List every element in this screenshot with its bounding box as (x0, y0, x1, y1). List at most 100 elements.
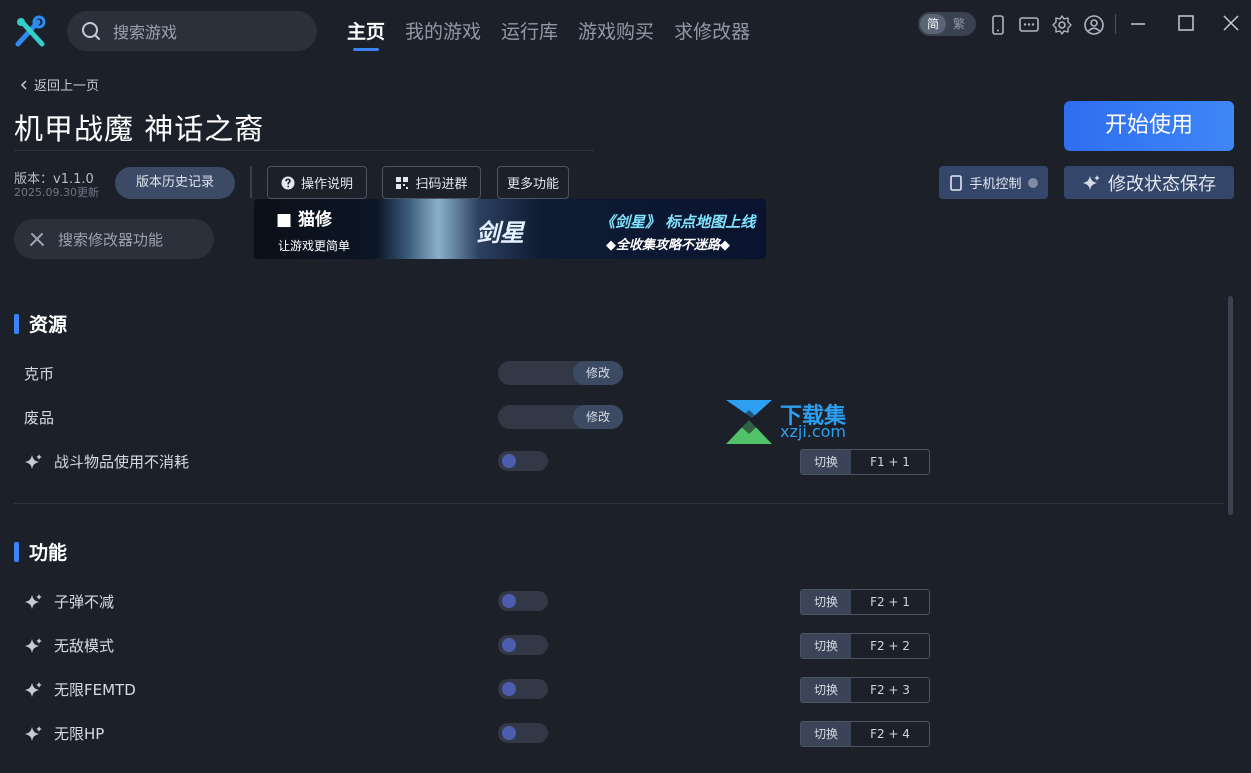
section-accent-bar (14, 313, 19, 334)
feature-toggle[interactable] (498, 591, 548, 611)
lang-traditional[interactable]: 繁 (946, 14, 972, 34)
topbar-divider (1115, 14, 1116, 34)
hotkey-control[interactable]: 切换 F2 + 4 (800, 721, 930, 747)
nav-request-trainer[interactable]: 求修改器 (674, 18, 750, 48)
nav-home[interactable]: 主页 (347, 18, 385, 51)
search-placeholder: 搜索游戏 (113, 23, 178, 42)
feature-search-placeholder: 搜索修改器功能 (58, 230, 164, 249)
banner-brand: ■ 猫修 (276, 210, 332, 230)
toggle-knob (502, 726, 516, 740)
toggle-knob (502, 682, 516, 696)
hotkey-switch-label[interactable]: 切换 (801, 590, 851, 614)
hotkey-value[interactable]: F2 + 3 (851, 678, 929, 702)
sparkle-icon (25, 453, 42, 469)
section-accent-bar (14, 541, 19, 562)
nav-game-store[interactable]: 游戏购买 (578, 18, 654, 48)
main-nav: 主页 我的游戏 运行库 游戏购买 求修改器 (347, 18, 750, 51)
message-icon[interactable] (1018, 14, 1040, 36)
feature-label: 子弹不减 (54, 593, 115, 611)
sparkle-icon (25, 593, 42, 609)
feature-row: 无限FEMTD (24, 679, 136, 700)
ad-banner[interactable]: ■ 猫修 让游戏更简单 剑星 《剑星》 标点地图上线 ◆全收集攻略不迷路◆ (254, 199, 766, 259)
section-functions-header: 功能 (14, 538, 67, 565)
header-divider (250, 166, 252, 198)
modify-button[interactable]: 修改 (573, 361, 623, 385)
feature-row: 废品 (24, 407, 54, 428)
hotkey-switch-label[interactable]: 切换 (801, 722, 851, 746)
phone-icon (950, 174, 963, 191)
version-date: 2025.09.30更新 (14, 186, 99, 199)
info-dot-icon (1027, 177, 1038, 188)
section-title: 资源 (29, 314, 68, 336)
hotkey-switch-label[interactable]: 切换 (801, 450, 851, 474)
phone-control-label: 手机控制 (969, 177, 1022, 192)
instructions-button[interactable]: 操作说明 (267, 166, 367, 199)
hotkey-switch-label[interactable]: 切换 (801, 678, 851, 702)
save-mod-state-label: 修改状态保存 (1108, 173, 1216, 195)
back-link[interactable]: 返回上一页 (18, 75, 99, 94)
version-history-button[interactable]: 版本历史记录 (115, 167, 235, 199)
feature-row: 无限HP (24, 723, 104, 744)
watermark-logo-icon (726, 400, 772, 444)
user-account-icon[interactable] (1083, 14, 1105, 36)
feature-label: 无敌模式 (54, 637, 115, 655)
feature-toggle[interactable] (498, 635, 548, 655)
sparkle-icon (25, 681, 42, 697)
save-mod-state-button[interactable]: 修改状态保存 (1064, 166, 1234, 199)
scan-qr-label: 扫码进群 (415, 177, 468, 192)
hotkey-switch-label[interactable]: 切换 (801, 634, 851, 658)
phone-icon[interactable] (987, 14, 1009, 36)
banner-slogan: 让游戏更简单 (278, 239, 351, 253)
feature-toggle[interactable] (498, 723, 548, 743)
hotkey-control[interactable]: 切换 F2 + 3 (800, 677, 930, 703)
chevron-left-icon (20, 79, 27, 90)
feature-label: 无限HP (54, 725, 105, 743)
section-resources-header: 资源 (14, 310, 67, 337)
phone-control-button[interactable]: 手机控制 (939, 166, 1048, 199)
scrollbar[interactable] (1228, 296, 1233, 515)
hotkey-value[interactable]: F1 + 1 (851, 450, 929, 474)
title-divider (14, 150, 594, 151)
feature-label: 废品 (24, 409, 55, 427)
app-logo (12, 14, 48, 50)
help-icon (281, 176, 295, 189)
hotkey-control[interactable]: 切换 F2 + 2 (800, 633, 930, 659)
nav-runtime-library[interactable]: 运行库 (501, 18, 558, 48)
feature-label: 无限FEMTD (54, 681, 136, 699)
lang-simplified[interactable]: 简 (920, 14, 946, 34)
start-button[interactable]: 开始使用 (1064, 101, 1234, 151)
xzji-watermark: 下载集 xzji.com (722, 398, 862, 446)
hotkey-value[interactable]: F2 + 4 (851, 722, 929, 746)
maximize-icon[interactable] (1175, 12, 1197, 34)
section-title: 功能 (29, 542, 68, 564)
hotkey-control[interactable]: 切换 F2 + 1 (800, 589, 930, 615)
hotkey-value[interactable]: F2 + 1 (851, 590, 929, 614)
feature-label: 战斗物品使用不消耗 (54, 453, 190, 471)
value-modify-control[interactable]: 修改 (498, 361, 623, 385)
scan-qr-join-group-button[interactable]: 扫码进群 (382, 166, 481, 199)
toggle-knob (502, 638, 516, 652)
hotkey-control[interactable]: 切换 F1 + 1 (800, 449, 930, 475)
instructions-label: 操作说明 (300, 177, 353, 192)
sparkle-icon (25, 637, 42, 653)
value-modify-control[interactable]: 修改 (498, 405, 623, 429)
more-features-button[interactable]: 更多功能 (497, 166, 569, 199)
feature-toggle[interactable] (498, 679, 548, 699)
feature-row: 克币 (24, 363, 54, 384)
settings-gear-icon[interactable] (1051, 14, 1073, 36)
feature-toggle[interactable] (498, 451, 548, 471)
hotkey-value[interactable]: F2 + 2 (851, 634, 929, 658)
nav-my-games[interactable]: 我的游戏 (405, 18, 481, 48)
feature-label: 克币 (24, 365, 55, 383)
sparkle-icon (25, 725, 42, 741)
feature-search-input[interactable]: 搜索修改器功能 (14, 219, 214, 259)
language-toggle[interactable]: 简 繁 (918, 12, 976, 36)
feature-row: 子弹不减 (24, 591, 114, 612)
banner-headline: 《剑星》 标点地图上线 (600, 213, 756, 231)
minimize-icon[interactable] (1127, 12, 1149, 34)
game-search-input[interactable]: 搜索游戏 (67, 11, 317, 51)
back-label: 返回上一页 (34, 79, 100, 94)
close-icon[interactable] (1220, 12, 1242, 34)
modify-button[interactable]: 修改 (573, 405, 623, 429)
section-divider (14, 503, 1224, 504)
